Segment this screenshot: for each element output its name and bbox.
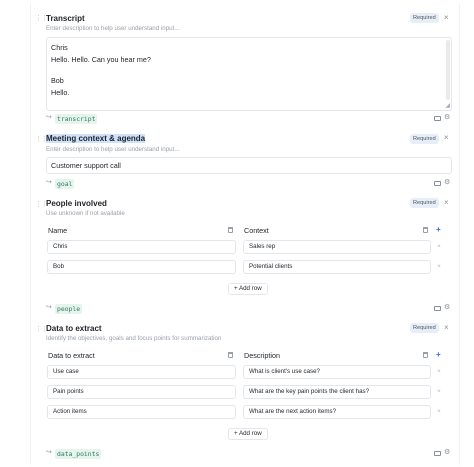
preview-icon[interactable] <box>434 181 441 186</box>
variable-tag[interactable]: transcript <box>55 114 98 124</box>
scrollbar[interactable] <box>446 40 450 100</box>
required-badge: Required <box>410 323 439 333</box>
meeting-context-input[interactable]: Customer support call <box>46 157 452 174</box>
gear-icon[interactable]: ⚙ <box>444 304 450 311</box>
table-cell[interactable]: What are the next action items? <box>243 405 431 419</box>
trash-icon[interactable] <box>228 227 233 233</box>
corner-arrow-icon: ↪ <box>46 449 52 456</box>
column-header: Data to extract <box>48 351 95 360</box>
transcript-line: Hello. Hello. Can you hear me? <box>51 55 151 64</box>
add-row-button[interactable]: + Add row <box>228 283 268 295</box>
table-cell[interactable]: Bob <box>47 260 236 274</box>
column-header: Name <box>48 226 68 235</box>
close-icon[interactable]: × <box>437 408 441 415</box>
table-cell[interactable]: Chris <box>47 240 236 254</box>
close-icon[interactable]: × <box>437 368 441 375</box>
section-title-meeting-context: Meeting context & agenda <box>46 134 146 143</box>
corner-arrow-icon: ↪ <box>46 114 52 121</box>
transcript-textarea[interactable]: Chris Hello. Hello. Can you hear me? Bob… <box>46 37 452 111</box>
close-icon[interactable]: × <box>437 388 441 395</box>
transcript-line: Chris <box>51 43 68 52</box>
table-cell[interactable]: Action items <box>47 405 236 419</box>
section-title-data-to-extract: Data to extract <box>46 324 102 333</box>
transcript-line: Bob <box>51 76 64 85</box>
close-icon[interactable]: × <box>444 324 449 332</box>
required-badge: Required <box>410 13 439 23</box>
table-cell[interactable]: Use case <box>47 365 236 379</box>
required-badge: Required <box>410 198 439 208</box>
column-header: Context <box>244 226 269 235</box>
gear-icon[interactable]: ⚙ <box>444 114 450 121</box>
variable-tag[interactable]: data_points <box>55 449 102 459</box>
table-cell[interactable]: Sales rep <box>243 240 431 254</box>
preview-icon[interactable] <box>434 451 441 456</box>
add-row-button[interactable]: + Add row <box>228 428 268 440</box>
corner-arrow-icon: ↪ <box>46 304 52 311</box>
table-cell[interactable]: Potential clients <box>243 260 431 274</box>
gear-icon[interactable]: ⚙ <box>444 449 450 456</box>
table-cell[interactable]: Pain points <box>47 385 236 399</box>
section-title-people: People involved <box>46 199 107 208</box>
plus-icon[interactable]: + <box>436 226 441 234</box>
close-icon[interactable]: × <box>444 134 449 142</box>
corner-arrow-icon: ↪ <box>46 179 52 186</box>
close-icon[interactable]: × <box>437 263 441 270</box>
close-icon[interactable]: × <box>444 199 449 207</box>
trash-icon[interactable] <box>228 352 233 358</box>
column-header: Description <box>244 351 280 360</box>
resize-grip-icon[interactable]: ◢ <box>445 103 450 109</box>
trash-icon[interactable] <box>423 352 428 358</box>
section-description: Enter description to help user understan… <box>46 146 180 153</box>
section-description: Identify the objectives, goals and focus… <box>46 335 222 342</box>
section-description: Enter description to help user understan… <box>46 25 180 32</box>
close-icon[interactable]: × <box>437 243 441 250</box>
table-cell[interactable]: What are the key pain points the client … <box>243 385 431 399</box>
preview-icon[interactable] <box>434 116 441 121</box>
preview-icon[interactable] <box>434 306 441 311</box>
trash-icon[interactable] <box>423 227 428 233</box>
variable-tag[interactable]: people <box>55 304 83 314</box>
close-icon[interactable]: × <box>444 14 449 22</box>
required-badge: Required <box>410 134 439 144</box>
gear-icon[interactable]: ⚙ <box>444 179 450 186</box>
table-cell[interactable]: What is client's use case? <box>243 365 431 379</box>
variable-tag[interactable]: goal <box>55 179 75 189</box>
transcript-line: Hello. <box>51 88 70 97</box>
plus-icon[interactable]: + <box>436 351 441 359</box>
section-description: Use unknown if not available <box>46 210 125 217</box>
section-title-transcript: Transcript <box>46 14 85 23</box>
